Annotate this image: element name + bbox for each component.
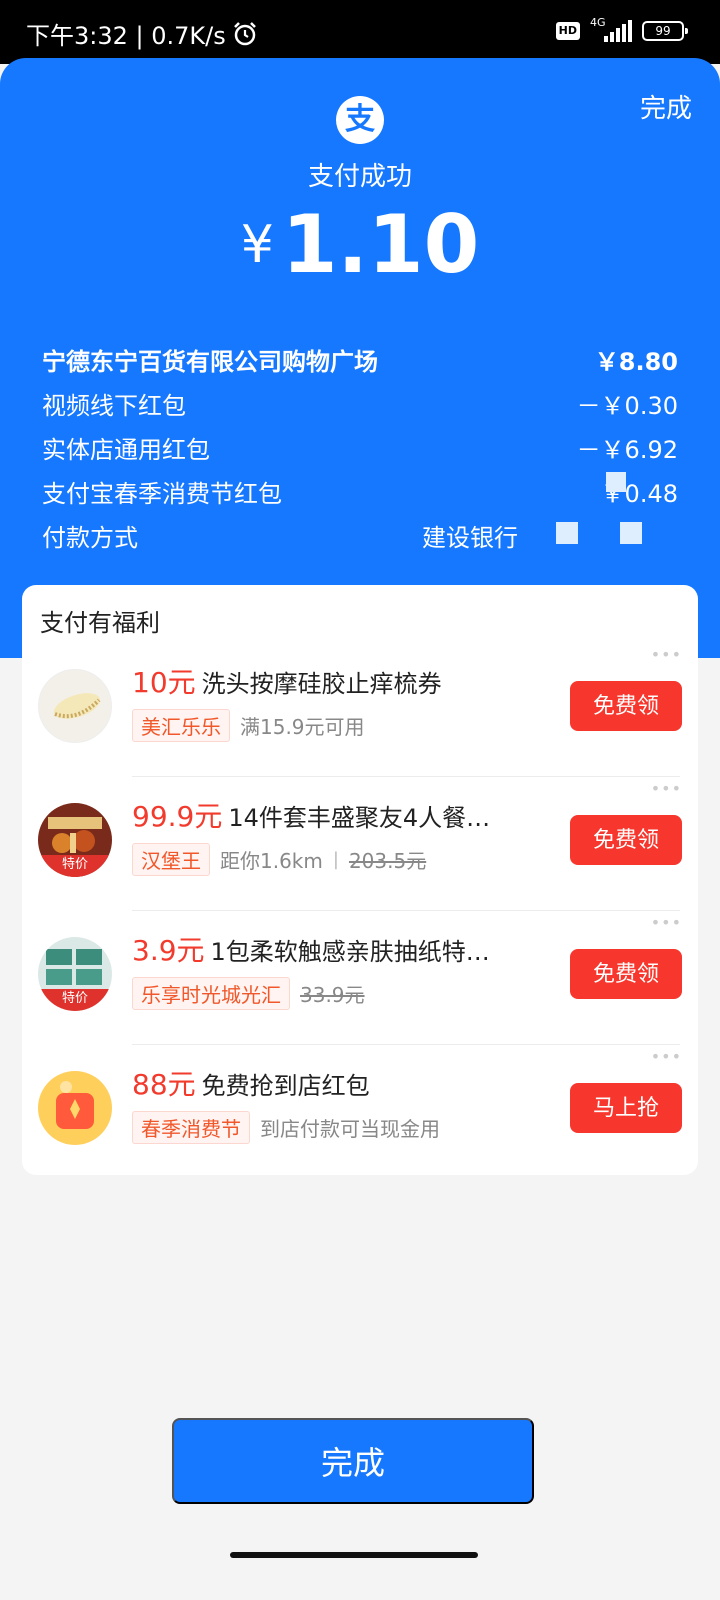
- thumb-special-tag: 特价: [38, 989, 112, 1011]
- tissue-box-icon: 特价: [38, 937, 112, 1011]
- shop-tag: 春季消费节: [132, 1111, 250, 1144]
- benefits-title: 支付有福利: [40, 609, 160, 637]
- claim-free-button[interactable]: 免费领: [570, 949, 682, 999]
- discount-value: －￥0.30: [576, 392, 678, 420]
- deal-price: 10元: [132, 666, 196, 699]
- deal-price: 3.9元: [132, 934, 205, 967]
- discount-label: 实体店通用红包: [42, 436, 210, 464]
- deal-item[interactable]: ••• 88元 免费抢到店红包 春季消费节 到店付款可当现金用 马上抢: [22, 1045, 698, 1179]
- original-price: 203.5元: [348, 849, 427, 873]
- discount-value: －￥6.92: [576, 436, 678, 464]
- deal-title: 洗头按摩硅胶止痒梳券: [201, 670, 442, 698]
- deal-headline: 99.9元 14件套丰盛聚友4人餐…: [132, 795, 490, 835]
- payment-method-label: 付款方式: [42, 524, 138, 552]
- deal-title: 1包柔软触感亲肤抽纸特…: [210, 938, 490, 966]
- deal-headline: 3.9元 1包柔软触感亲肤抽纸特…: [132, 929, 490, 969]
- status-time-speed: 下午3:32 | 0.7K/s: [26, 22, 226, 50]
- payment-success-text: 支付成功: [307, 162, 412, 192]
- deal-condition: 满15.9元可用: [240, 715, 365, 739]
- payment-method-value: 建设银行: [422, 524, 518, 552]
- merchant-amount: ￥8.80: [594, 348, 678, 376]
- claim-free-button[interactable]: 免费领: [570, 815, 682, 865]
- more-options-icon[interactable]: •••: [651, 779, 682, 798]
- merchant-name: 宁德东宁百货有限公司购物广场: [42, 348, 378, 376]
- discount-label: 视频线下红包: [42, 392, 186, 420]
- discount-row: 实体店通用红包 －￥6.92: [42, 424, 678, 468]
- shop-tag: 美汇乐乐: [132, 709, 230, 742]
- thumb-special-tag: 特价: [38, 855, 112, 877]
- grab-now-button[interactable]: 马上抢: [570, 1083, 682, 1133]
- deal-distance: 距你1.6km: [220, 849, 323, 873]
- payment-header: 完成 支 支付成功 ¥1.10 宁德东宁百货有限公司购物广场 ￥8.80 视频线…: [0, 58, 720, 658]
- hd-badge: HD: [555, 22, 580, 40]
- deal-item[interactable]: ••• 10元 洗头按摩硅胶止痒梳券 美汇乐乐 满15.9元可用 免费领: [22, 643, 698, 777]
- discount-row: 视频线下红包 －￥0.30: [42, 380, 678, 424]
- done-button[interactable]: 完成: [172, 1418, 534, 1504]
- amount-currency: ¥: [240, 214, 274, 275]
- payment-success-screen: 下午3:32 | 0.7K/s HD 4G 99 完成 支 支付成功 ¥ 1.1…: [0, 0, 720, 1600]
- deal-meta: 汉堡王 距你1.6km | 203.5元: [132, 843, 426, 876]
- deal-headline: 88元 免费抢到店红包: [132, 1063, 370, 1103]
- amount-row: ¥1.10: [0, 198, 720, 291]
- more-options-icon[interactable]: •••: [651, 1047, 682, 1066]
- deal-headline: 10元 洗头按摩硅胶止痒梳券: [132, 661, 442, 701]
- deal-item[interactable]: ••• 特价 99.9元 14件套丰盛聚友4人餐… 汉堡王 距你1.6km | 2…: [22, 777, 698, 911]
- deal-price: 88元: [132, 1068, 196, 1101]
- signal-icon: 4G: [590, 16, 632, 44]
- shop-tag: 汉堡王: [132, 843, 210, 876]
- amount-value: 1.10: [281, 198, 480, 291]
- red-packet-icon: [38, 1071, 112, 1145]
- shop-tag: 乐享时光城光汇: [132, 977, 290, 1010]
- battery-icon: 99: [642, 21, 688, 41]
- battery-level: 99: [655, 24, 671, 38]
- benefits-card: 支付有福利 ••• 10元 洗头按摩硅胶止痒梳券 美汇乐乐 满15.9元可用 免费…: [22, 585, 698, 1175]
- privacy-mask: [556, 522, 578, 544]
- alarm-clock-icon: [232, 21, 258, 47]
- header-done-button[interactable]: 完成: [640, 88, 692, 125]
- burger-meal-icon: 特价: [38, 803, 112, 877]
- deal-meta: 美汇乐乐 满15.9元可用: [132, 709, 365, 742]
- separator: |: [332, 849, 339, 870]
- deal-item[interactable]: ••• 特价 3.9元 1包柔软触感亲肤抽纸特… 乐享时光城光汇 33.9元 免费…: [22, 911, 698, 1045]
- comb-icon: [38, 669, 112, 743]
- discount-row: 支付宝春季消费节红包 ￥0.48: [42, 468, 678, 512]
- deal-title: 14件套丰盛聚友4人餐…: [228, 804, 491, 832]
- payment-detail-list: 宁德东宁百货有限公司购物广场 ￥8.80 视频线下红包 －￥0.30 实体店通用…: [42, 336, 678, 556]
- more-options-icon[interactable]: •••: [651, 913, 682, 932]
- more-options-icon[interactable]: •••: [651, 645, 682, 664]
- status-right: HD 4G 99: [555, 16, 688, 44]
- home-indicator[interactable]: [230, 1552, 478, 1558]
- alipay-logo-icon: 支: [336, 96, 384, 144]
- privacy-mask: [620, 522, 642, 544]
- original-price: 33.9元: [300, 983, 365, 1007]
- discount-label: 支付宝春季消费节红包: [42, 480, 282, 508]
- deal-meta: 乐享时光城光汇 33.9元: [132, 977, 365, 1010]
- deal-price: 99.9元: [132, 800, 223, 833]
- merchant-row: 宁德东宁百货有限公司购物广场 ￥8.80: [42, 336, 678, 380]
- deal-meta: 春季消费节 到店付款可当现金用: [132, 1111, 440, 1144]
- status-left: 下午3:32 | 0.7K/s: [26, 16, 258, 51]
- deal-title: 免费抢到店红包: [201, 1072, 370, 1100]
- claim-free-button[interactable]: 免费领: [570, 681, 682, 731]
- deal-condition: 到店付款可当现金用: [260, 1117, 440, 1141]
- payment-method-row: 付款方式 建设银行: [42, 512, 678, 556]
- status-bar: 下午3:32 | 0.7K/s HD 4G 99: [0, 0, 720, 64]
- privacy-mask: [606, 472, 626, 492]
